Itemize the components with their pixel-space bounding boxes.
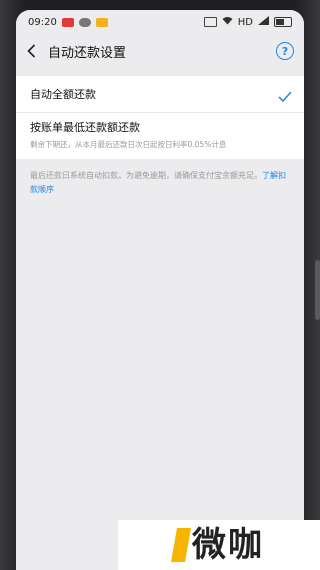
- back-arrow-icon[interactable]: [24, 44, 38, 58]
- video-app-icon: [61, 17, 74, 27]
- battery-icon: [274, 17, 292, 27]
- scroll-handle: [315, 260, 320, 320]
- deduction-note: 最后还款日系统自动扣款。为避免逾期，请确保支付宝余额充足。了解扣款顺序: [16, 159, 304, 207]
- watermark-logo: 微咖: [118, 520, 320, 570]
- help-icon[interactable]: ?: [276, 42, 294, 60]
- nfc-icon: [203, 17, 217, 27]
- option-description: 剩余下期还，从本月最后还款日次日起按日利率0.05%计息: [30, 140, 227, 149]
- note-text: 最后还款日系统自动扣款。为避免逾期，请确保支付宝余额充足。: [30, 171, 262, 180]
- wifi-icon: [222, 16, 233, 28]
- checkmark-icon: [278, 88, 292, 103]
- repayment-option-list: 自动全额还款 按账单最低还款额还款 剩余下期还，从本月最后还款日次日起按日利率0…: [16, 76, 304, 159]
- option-minimum-repayment[interactable]: 按账单最低还款额还款 剩余下期还，从本月最后还款日次日起按日利率0.05%计息: [16, 113, 304, 159]
- nav-bar: 自动还款设置 ?: [16, 34, 304, 68]
- option-full-repayment[interactable]: 自动全额还款: [16, 76, 304, 113]
- page-title: 自动还款设置: [48, 45, 127, 61]
- status-left: 09:20: [28, 17, 108, 28]
- network-type-label: HD: [237, 16, 253, 28]
- watermark-mark-icon: [171, 528, 191, 562]
- status-right: HD: [203, 16, 292, 28]
- section-spacer: [16, 68, 304, 76]
- option-title: 按账单最低还款额还款: [30, 121, 140, 134]
- signal-icon: [258, 16, 269, 28]
- notification-app-icon: [95, 17, 108, 27]
- watermark-text: 微咖: [192, 525, 264, 565]
- app-screen: 09:20 HD 自动还款设置 ? 自动全额还款 按账单最低还款额还款 剩余下期…: [16, 10, 304, 570]
- status-time: 09:20: [28, 16, 57, 28]
- option-title: 自动全额还款: [30, 88, 96, 101]
- wechat-icon: [78, 17, 91, 27]
- status-bar: 09:20 HD: [16, 10, 304, 34]
